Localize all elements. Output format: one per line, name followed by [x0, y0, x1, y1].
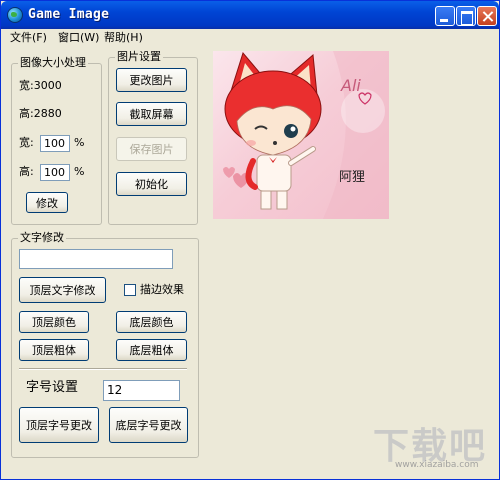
- menu-help[interactable]: 帮助(H): [104, 30, 143, 46]
- menu-file[interactable]: 文件(F): [10, 30, 47, 46]
- preview-caption: 阿狸: [339, 170, 366, 185]
- top-bold-button[interactable]: 顶层粗体: [19, 339, 89, 361]
- height-info: 高:2880: [19, 107, 62, 120]
- app-window: Game Image 文件(F) 窗口(W) 帮助(H) 图像大小处理 宽:30…: [0, 0, 500, 480]
- image-size-group-label: 图像大小处理: [18, 56, 88, 70]
- outline-effect-checkbox[interactable]: [124, 284, 136, 296]
- height-percent-input[interactable]: 100: [40, 164, 70, 181]
- picture-settings-group: 图片设置 更改图片 截取屏幕 保存图片 初始化: [108, 50, 198, 225]
- width-label: 宽:: [19, 136, 34, 149]
- font-size-label: 字号设置: [26, 380, 79, 395]
- width-percent-sign: %: [74, 136, 85, 149]
- save-picture-button[interactable]: 保存图片: [116, 137, 187, 161]
- window-title: Game Image: [28, 7, 110, 22]
- separator: [19, 368, 187, 370]
- modify-size-button[interactable]: 修改: [26, 192, 68, 213]
- menu-window[interactable]: 窗口(W): [58, 30, 99, 46]
- maximize-button[interactable]: [456, 6, 476, 26]
- menu-bar: 文件(F) 窗口(W) 帮助(H): [4, 29, 498, 47]
- bottom-bold-button[interactable]: 底层粗体: [116, 339, 187, 361]
- width-percent-input[interactable]: 100: [40, 135, 70, 152]
- image-size-group: 图像大小处理 宽:3000 高:2880 宽: 100 % 高: 100 % 修…: [11, 56, 102, 225]
- preview-image: Ali 阿狸: [213, 51, 389, 219]
- bottom-font-size-button[interactable]: 底层字号更改: [109, 407, 188, 443]
- width-info: 宽:3000: [19, 79, 62, 92]
- globe-icon: [7, 7, 23, 23]
- initialize-button[interactable]: 初始化: [116, 172, 187, 196]
- watermark-url: www.xiazaiba.com: [395, 460, 479, 470]
- capture-screen-button[interactable]: 截取屏幕: [116, 102, 187, 126]
- top-color-button[interactable]: 顶层颜色: [19, 311, 89, 333]
- font-size-input[interactable]: 12: [103, 380, 180, 401]
- height-label: 高:: [19, 165, 34, 178]
- outline-effect-label: 描边效果: [140, 283, 184, 296]
- height-percent-sign: %: [74, 165, 85, 178]
- text-edit-group: 文字修改 顶层文字修改 描边效果 顶层颜色 底层颜色 顶层粗体 底层粗体 字号设…: [11, 231, 199, 458]
- bottom-color-button[interactable]: 底层颜色: [116, 311, 187, 333]
- fox-character-illustration: [223, 51, 389, 219]
- title-bar[interactable]: Game Image: [1, 1, 499, 29]
- top-text-modify-button[interactable]: 顶层文字修改: [19, 277, 106, 303]
- ali-logo-text: Ali: [341, 76, 361, 95]
- text-edit-group-label: 文字修改: [18, 231, 66, 245]
- change-picture-button[interactable]: 更改图片: [116, 68, 187, 92]
- picture-settings-group-label: 图片设置: [115, 50, 163, 64]
- text-input[interactable]: [19, 249, 173, 269]
- minimize-button[interactable]: [435, 6, 455, 26]
- close-button[interactable]: [477, 6, 497, 26]
- top-font-size-button[interactable]: 顶层字号更改: [19, 407, 99, 443]
